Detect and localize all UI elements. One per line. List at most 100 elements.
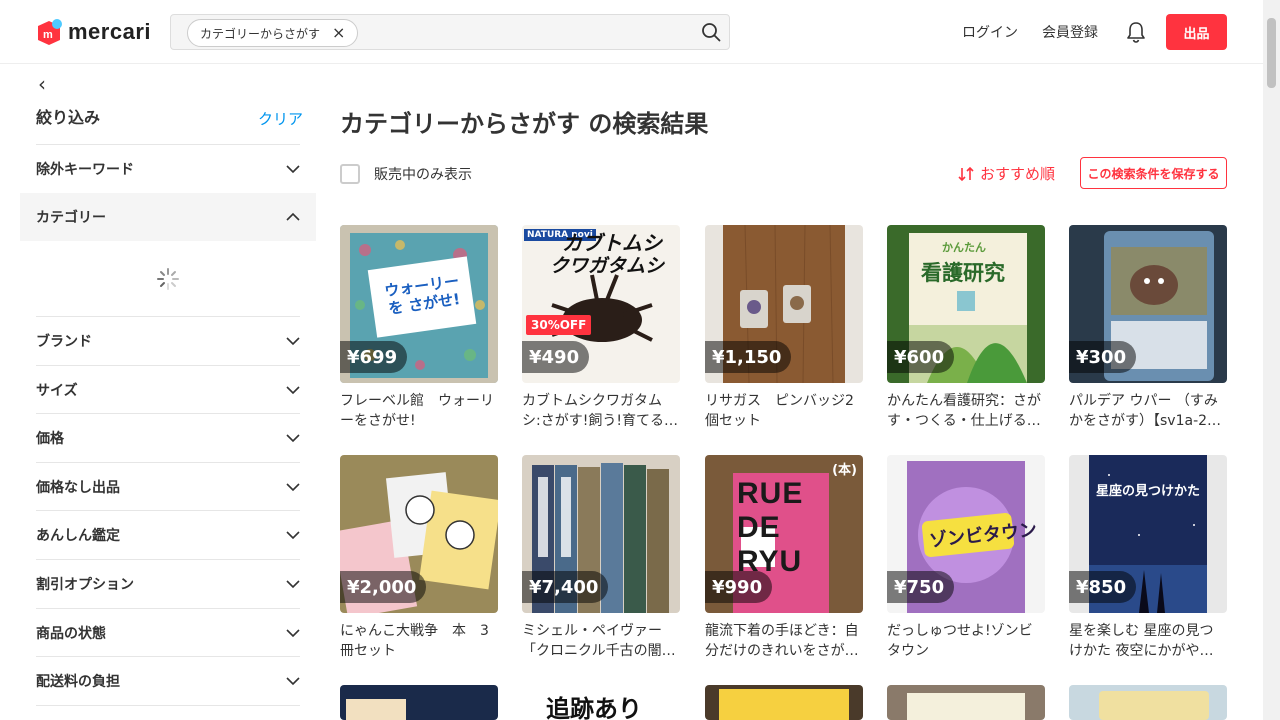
item-title[interactable]: ミシェル・ペイヴァー「クロニクル千古の闇… bbox=[522, 621, 680, 661]
cover-title: 星座の見つけかた bbox=[1095, 484, 1200, 499]
filter-label: あんしん鑑定 bbox=[36, 528, 120, 544]
chevron-down-icon bbox=[286, 629, 300, 638]
chevron-down-icon bbox=[286, 531, 300, 540]
item-card[interactable]: 追跡あり bbox=[522, 685, 680, 720]
item-card[interactable] bbox=[1069, 685, 1227, 720]
mercari-logo[interactable]: m mercari bbox=[35, 18, 151, 46]
item-title[interactable]: フレーベル館 ウォーリーをさがせ! bbox=[340, 391, 498, 431]
item-price: ¥750 bbox=[887, 571, 955, 603]
item-price: ¥990 bbox=[705, 571, 773, 603]
scrollbar[interactable] bbox=[1263, 0, 1280, 720]
chevron-down-icon bbox=[286, 165, 300, 174]
item-thumbnail[interactable]: ¥2,000 bbox=[340, 455, 498, 613]
item-thumbnail[interactable]: 追跡あり bbox=[522, 685, 680, 720]
chevron-down-icon bbox=[286, 483, 300, 492]
filter-label: カテゴリー bbox=[36, 210, 106, 226]
item-title[interactable]: 龍流下着の手ほどき：自分だけのきれいをさが… bbox=[705, 621, 863, 661]
scrollbar-thumb[interactable] bbox=[1267, 18, 1276, 88]
search-icon[interactable] bbox=[701, 22, 721, 42]
loading-spinner-icon bbox=[157, 268, 179, 290]
item-thumbnail[interactable]: ¥7,400 bbox=[522, 455, 680, 613]
item-thumbnail[interactable]: RUE DE RYU (本) ¥990 bbox=[705, 455, 863, 613]
item-price: ¥2,000 bbox=[340, 571, 427, 603]
chip-close-icon[interactable]: × bbox=[332, 25, 345, 41]
bell-icon[interactable] bbox=[1125, 20, 1147, 44]
sort-dropdown[interactable]: おすすめ順 bbox=[957, 163, 1055, 184]
item-price: ¥7,400 bbox=[522, 571, 609, 603]
item-card[interactable]: ¥300 パルデア ウパー （すみかをさがす）【sv1a-2… bbox=[1069, 225, 1227, 431]
item-card[interactable]: RUE DE RYU (本) ¥990 龍流下着の手ほどき：自分だけのきれいをさ… bbox=[705, 455, 863, 661]
filter-brand[interactable]: ブランド bbox=[36, 317, 300, 365]
item-thumbnail[interactable]: 星座の見つけかた ¥850 bbox=[1069, 455, 1227, 613]
chevron-down-icon bbox=[286, 434, 300, 443]
item-card[interactable]: ¥2,000 にゃんこ大戦争 本 3冊セット bbox=[340, 455, 498, 661]
item-title[interactable]: だっしゅつせよ!ゾンビタウン bbox=[887, 621, 1045, 661]
chevron-down-icon bbox=[286, 386, 300, 395]
search-chip-label: カテゴリーからさがす bbox=[200, 26, 321, 41]
item-card[interactable]: 星座の見つけかた ¥850 星を楽しむ 星座の見つけかた 夜空にかがやく星… bbox=[1069, 455, 1227, 661]
back-chevron-icon[interactable]: ‹ bbox=[38, 72, 46, 96]
item-thumbnail[interactable]: ゾンビタウン ¥750 bbox=[887, 455, 1045, 613]
item-card[interactable] bbox=[887, 685, 1045, 720]
header: m mercari カテゴリーからさがす × ログイン 会員登録 出品 bbox=[0, 0, 1263, 64]
save-search-button[interactable]: この検索条件を保存する bbox=[1080, 157, 1227, 189]
chevron-down-icon bbox=[286, 580, 300, 589]
on-sale-checkbox[interactable] bbox=[340, 164, 360, 184]
filter-label: ブランド bbox=[36, 334, 92, 350]
item-title[interactable]: リサガス ピンバッジ2個セット bbox=[705, 391, 863, 431]
mercari-logo-icon: m bbox=[38, 19, 62, 45]
signup-link[interactable]: 会員登録 bbox=[1042, 22, 1098, 42]
item-title[interactable]: 星を楽しむ 星座の見つけかた 夜空にかがやく星… bbox=[1069, 621, 1227, 661]
filter-label: サイズ bbox=[36, 383, 78, 399]
search-bar[interactable]: カテゴリーからさがす × bbox=[170, 14, 730, 50]
item-image bbox=[705, 685, 863, 720]
item-card[interactable]: ¥7,400 ミシェル・ペイヴァー「クロニクル千古の闇… bbox=[522, 455, 680, 661]
item-title[interactable]: かんたん看護研究：さがす・つくる・仕上げる … bbox=[887, 391, 1045, 431]
filter-price[interactable]: 価格 bbox=[36, 414, 300, 462]
item-card[interactable]: ¥1,150 リサガス ピンバッジ2個セット bbox=[705, 225, 863, 431]
page-title: カテゴリーからさがす の検索結果 bbox=[340, 110, 709, 138]
item-image bbox=[1069, 685, 1227, 720]
cover-subtitle: クワガタムシ bbox=[550, 255, 665, 277]
item-card[interactable]: かんたん 看護研究 ¥600 かんたん看護研究：さがす・つくる・仕上げる … bbox=[887, 225, 1045, 431]
svg-text:m: m bbox=[43, 29, 53, 41]
item-price: ¥490 bbox=[522, 341, 590, 373]
item-price: ¥1,150 bbox=[705, 341, 792, 373]
on-sale-label[interactable]: 販売中のみ表示 bbox=[374, 164, 472, 184]
item-thumbnail[interactable]: ¥300 bbox=[1069, 225, 1227, 383]
divider bbox=[36, 705, 300, 706]
item-card[interactable]: ウォーリーを さがせ! ¥699 フレーベル館 ウォーリーをさがせ! bbox=[340, 225, 498, 431]
logo-text: mercari bbox=[68, 19, 152, 44]
filter-title: 絞り込み bbox=[36, 108, 101, 127]
sell-button[interactable]: 出品 bbox=[1166, 14, 1227, 50]
filter-shipping[interactable]: 配送料の負担 bbox=[36, 657, 300, 705]
item-title[interactable]: パルデア ウパー （すみかをさがす）【sv1a-2… bbox=[1069, 391, 1227, 431]
item-thumbnail[interactable]: NATURA novi カブトムシ クワガタムシ 30%OFF ¥490 bbox=[522, 225, 680, 383]
login-link[interactable]: ログイン bbox=[962, 22, 1018, 42]
item-title[interactable]: にゃんこ大戦争 本 3冊セット bbox=[340, 621, 498, 661]
item-thumbnail[interactable]: ウォーリーを さがせ! ¥699 bbox=[340, 225, 498, 383]
item-price: ¥600 bbox=[887, 341, 955, 373]
item-image bbox=[340, 685, 498, 720]
item-image bbox=[887, 685, 1045, 720]
item-thumbnail[interactable]: かんたん 看護研究 ¥600 bbox=[887, 225, 1045, 383]
filter-label: 価格なし出品 bbox=[36, 480, 120, 496]
filter-category[interactable]: カテゴリー bbox=[20, 193, 316, 241]
search-chip[interactable]: カテゴリーからさがす × bbox=[187, 19, 359, 47]
item-card[interactable] bbox=[705, 685, 863, 720]
filter-condition[interactable]: 商品の状態 bbox=[36, 609, 300, 657]
item-card[interactable]: NATURA novi カブトムシ クワガタムシ 30%OFF ¥490 カブト… bbox=[522, 225, 680, 431]
discount-badge: 30%OFF bbox=[526, 315, 592, 335]
filter-exclude-keyword[interactable]: 除外キーワード bbox=[36, 145, 300, 193]
cover-title: 看護研究 bbox=[921, 261, 1005, 285]
item-card[interactable] bbox=[340, 685, 498, 720]
item-title[interactable]: カブトムシクワガタムシ:さがす!飼う!育てる!／… bbox=[522, 391, 680, 431]
filter-authentication[interactable]: あんしん鑑定 bbox=[36, 511, 300, 559]
filter-no-price[interactable]: 価格なし出品 bbox=[36, 463, 300, 511]
item-card[interactable]: ゾンビタウン ¥750 だっしゅつせよ!ゾンビタウン bbox=[887, 455, 1045, 661]
filter-size[interactable]: サイズ bbox=[36, 366, 300, 414]
item-thumbnail[interactable]: ¥1,150 bbox=[705, 225, 863, 383]
filter-label: 価格 bbox=[36, 431, 64, 447]
clear-filters-link[interactable]: クリア bbox=[258, 108, 303, 129]
filter-discount[interactable]: 割引オプション bbox=[36, 560, 300, 608]
